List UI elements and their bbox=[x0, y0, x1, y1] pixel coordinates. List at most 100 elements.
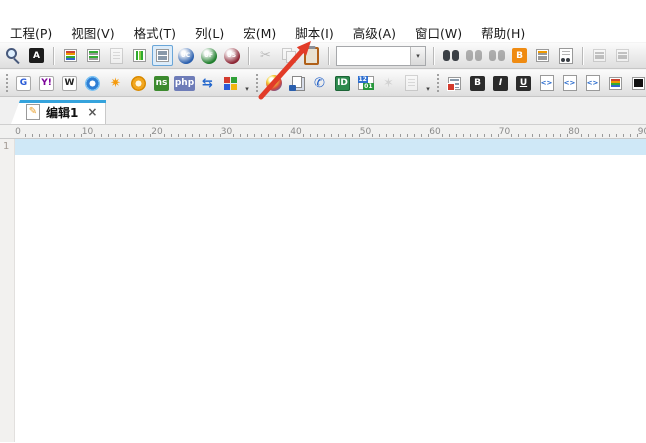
bold-icon[interactable]: B bbox=[467, 73, 488, 94]
ruler-tick bbox=[143, 134, 144, 137]
preview-icon[interactable] bbox=[106, 45, 127, 66]
toolbar-grip[interactable] bbox=[255, 74, 259, 92]
toolbar-grip[interactable] bbox=[5, 74, 9, 92]
menu-advanced[interactable]: 高级(A) bbox=[351, 22, 398, 43]
find-next-icon[interactable] bbox=[463, 45, 484, 66]
color-sphere-icon[interactable] bbox=[263, 73, 284, 94]
reformat-lines-icon[interactable] bbox=[83, 45, 104, 66]
ruler-tick bbox=[74, 134, 75, 137]
ruler-tick bbox=[595, 134, 596, 137]
ruler-tick bbox=[525, 134, 526, 137]
menu-window[interactable]: 窗口(W) bbox=[413, 22, 464, 43]
uc-globe-icon[interactable]: UC bbox=[175, 45, 196, 66]
tag-list-icon[interactable]: <> bbox=[559, 73, 580, 94]
ruler-tick bbox=[150, 134, 151, 137]
cut-icon[interactable]: ✂ bbox=[255, 45, 276, 66]
ruler-tick bbox=[331, 134, 332, 137]
line-number: 1 bbox=[0, 139, 14, 155]
colors-grid-icon[interactable] bbox=[220, 73, 241, 94]
ruler-tick bbox=[553, 134, 554, 137]
ruler-label-50: 50 bbox=[360, 126, 371, 138]
ruler-tick bbox=[338, 134, 339, 137]
template-icon[interactable] bbox=[401, 73, 422, 94]
menu-view[interactable]: 视图(V) bbox=[69, 22, 116, 43]
ruler-tick bbox=[192, 134, 193, 137]
menu-help[interactable]: 帮助(H) bbox=[479, 22, 527, 43]
toolbar-grip[interactable] bbox=[436, 74, 440, 92]
uf-globe-icon[interactable]: UF bbox=[198, 45, 219, 66]
ruler-tick bbox=[470, 134, 471, 137]
find-icon[interactable] bbox=[440, 45, 461, 66]
msn-search-icon[interactable] bbox=[82, 73, 103, 94]
php-icon[interactable]: php bbox=[174, 73, 195, 94]
ruler-tick bbox=[400, 134, 401, 137]
menu-scripting[interactable]: 脚本(I) bbox=[293, 22, 335, 43]
plain-text-icon[interactable] bbox=[628, 73, 646, 94]
toolbar-overflow-chevron[interactable]: ▾ bbox=[242, 72, 252, 95]
toolbar-tools: GY!W✷nsphp⇆▾✆ID1201✶▾BIU<><><><> bbox=[0, 69, 646, 97]
ruler-tick bbox=[171, 134, 172, 137]
ruler-tick bbox=[310, 134, 311, 137]
ruler-label-30: 30 bbox=[221, 126, 232, 138]
ruler-label-10: 10 bbox=[82, 126, 93, 138]
menu-macro[interactable]: 宏(M) bbox=[241, 22, 278, 43]
tag-jump-icon[interactable]: <> bbox=[536, 73, 557, 94]
highlight-lines-icon[interactable] bbox=[60, 45, 81, 66]
ruler-tick bbox=[421, 134, 422, 137]
menu-column[interactable]: 列(L) bbox=[193, 22, 226, 43]
column-mode-icon[interactable] bbox=[129, 45, 150, 66]
ns-icon[interactable]: ns bbox=[151, 73, 172, 94]
menu-format[interactable]: 格式(T) bbox=[132, 22, 178, 43]
magic-wand-icon[interactable]: ✶ bbox=[378, 73, 399, 94]
yahoo-icon[interactable]: Y! bbox=[36, 73, 57, 94]
sync-icon[interactable]: ⇆ bbox=[197, 73, 218, 94]
copy-history-icon[interactable] bbox=[286, 73, 307, 94]
menu-project[interactable]: 工程(P) bbox=[8, 22, 54, 43]
id-icon[interactable]: ID bbox=[332, 73, 353, 94]
active-line-highlight bbox=[15, 139, 646, 155]
editor-window: 工程(P) 视图(V) 格式(T) 列(L) 宏(M) 脚本(I) 高级(A) … bbox=[0, 0, 646, 443]
ruler-tick bbox=[407, 134, 408, 137]
ruler-tick bbox=[178, 134, 179, 137]
toolbar-separator bbox=[433, 47, 434, 65]
toolbar-overflow-chevron[interactable]: ▾ bbox=[423, 72, 433, 95]
wikipedia-icon[interactable]: W bbox=[59, 73, 80, 94]
align-lines-icon[interactable] bbox=[612, 45, 633, 66]
ruler-tick bbox=[185, 134, 186, 137]
underline-icon[interactable]: U bbox=[513, 73, 534, 94]
tab-close-icon[interactable]: × bbox=[87, 105, 97, 119]
ruler-tick bbox=[233, 134, 234, 137]
phone-icon[interactable]: ✆ bbox=[309, 73, 330, 94]
combo-dropdown-arrow-icon[interactable]: ▾ bbox=[410, 47, 425, 65]
tag-find-icon[interactable]: <> bbox=[582, 73, 603, 94]
clock-icon[interactable] bbox=[128, 73, 149, 94]
font-icon[interactable]: A bbox=[26, 45, 47, 66]
ruler-label-0: 0 bbox=[15, 126, 21, 138]
list-view-icon[interactable] bbox=[152, 45, 173, 66]
list-remove-icon[interactable] bbox=[444, 73, 465, 94]
ruler-tick bbox=[379, 134, 380, 137]
word-wrap-icon[interactable] bbox=[589, 45, 610, 66]
copy-icon[interactable] bbox=[278, 45, 299, 66]
google-icon[interactable]: G bbox=[13, 73, 34, 94]
date-convert-icon[interactable]: 1201 bbox=[355, 73, 376, 94]
replace-icon[interactable]: B bbox=[509, 45, 530, 66]
us-globe-icon[interactable]: US bbox=[221, 45, 242, 66]
text-edit-area[interactable] bbox=[15, 139, 646, 442]
sparkle-icon[interactable]: ✷ bbox=[105, 73, 126, 94]
ruler-label-40: 40 bbox=[290, 126, 301, 138]
find-in-files-icon[interactable] bbox=[555, 45, 576, 66]
ruler-tick bbox=[560, 134, 561, 137]
syntax-color-icon[interactable] bbox=[605, 73, 626, 94]
zoom-icon[interactable] bbox=[3, 45, 24, 66]
find-in-lines-icon[interactable] bbox=[532, 45, 553, 66]
italic-icon[interactable]: I bbox=[490, 73, 511, 94]
ruler-tick bbox=[199, 134, 200, 137]
ruler-tick bbox=[220, 134, 221, 137]
find-prev-icon[interactable] bbox=[486, 45, 507, 66]
search-combobox[interactable]: ▾ bbox=[336, 46, 426, 66]
tab-edit1[interactable]: ✎ 编辑1 × bbox=[11, 100, 106, 124]
titlebar-space bbox=[0, 0, 646, 22]
toolbar-main: A UCUFUS ✂ ▾ B bbox=[0, 42, 646, 69]
paste-icon[interactable] bbox=[301, 45, 322, 66]
